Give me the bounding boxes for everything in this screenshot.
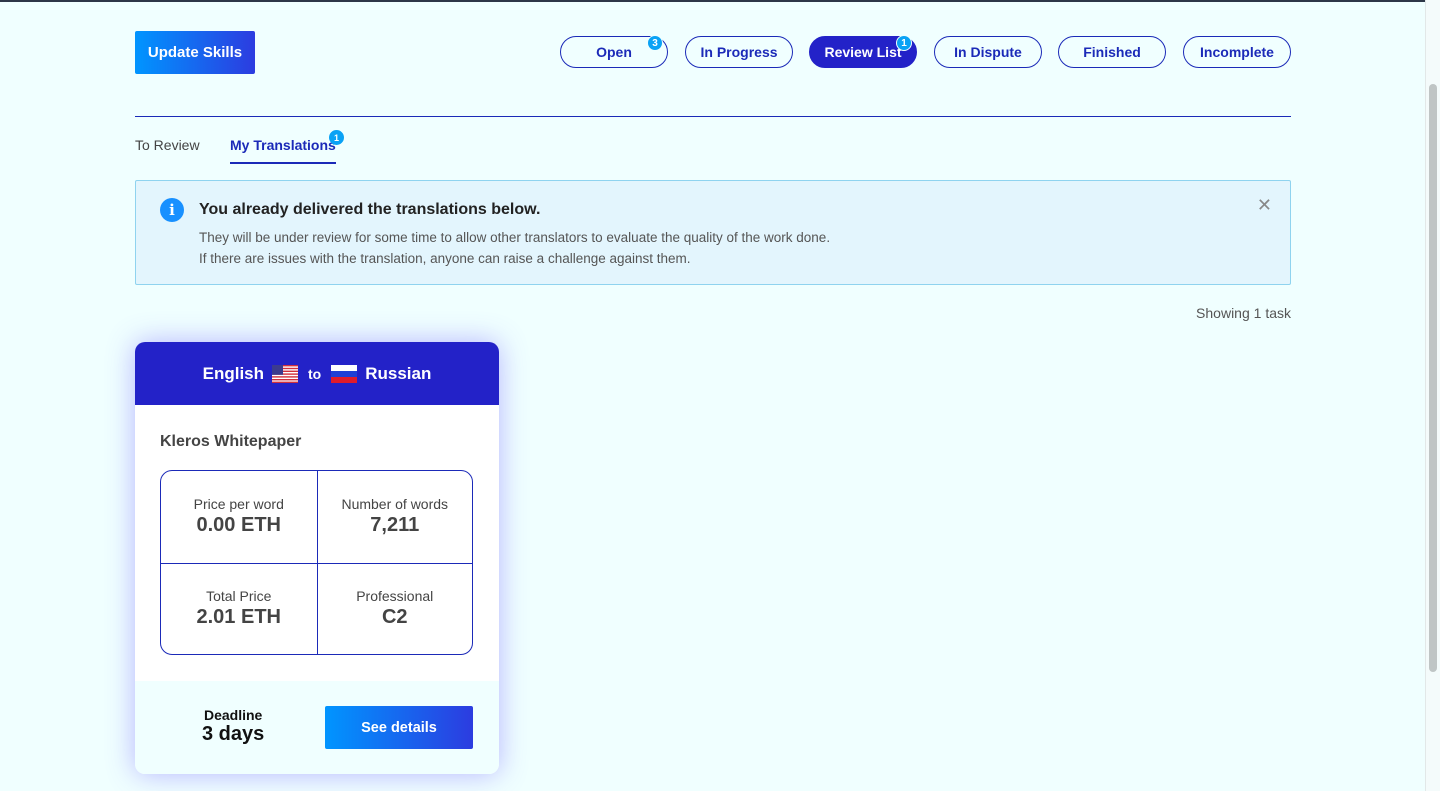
tab-incomplete[interactable]: Incomplete [1183, 36, 1291, 68]
number-of-words-value: 7,211 [370, 514, 420, 537]
deadline-label: Deadline [203, 707, 263, 723]
task-card: English to Russian Kleros Whitepaper Pri… [135, 342, 499, 774]
tab-review-list[interactable]: Review List 1 [809, 35, 917, 68]
us-flag-icon [272, 364, 299, 383]
top-border [0, 0, 1440, 2]
card-footer: Deadline 3 days See details [135, 681, 499, 774]
level-value: C2 [381, 606, 408, 629]
see-details-button[interactable]: See details [325, 706, 473, 749]
target-language: Russian [365, 363, 432, 383]
subtab-my-translations[interactable]: My Translations [230, 137, 336, 164]
card-header: English to Russian [135, 342, 499, 405]
task-details-grid: Price per word 0.00 ETH Number of words … [160, 470, 473, 655]
subtab-to-review[interactable]: To Review [135, 137, 200, 153]
tab-label: Incomplete [1200, 44, 1274, 60]
info-alert: i You already delivered the translations… [135, 180, 1291, 285]
close-icon[interactable]: ✕ [1257, 195, 1272, 216]
tab-label: In Progress [700, 44, 778, 60]
task-count: Showing 1 task [1196, 305, 1291, 321]
tab-badge: 1 [896, 35, 912, 51]
tab-open[interactable]: Open 3 [560, 35, 668, 68]
tab-label: Finished [1083, 44, 1141, 60]
tab-label: Open [596, 44, 632, 60]
tab-badge: 3 [647, 35, 663, 51]
scrollbar-thumb[interactable] [1429, 84, 1437, 672]
alert-title: You already delivered the translations b… [199, 201, 541, 218]
tab-label: In Dispute [954, 44, 1022, 60]
update-skills-button[interactable]: Update Skills [135, 31, 255, 74]
task-title: Kleros Whitepaper [160, 433, 302, 450]
price-per-word-label: Price per word [193, 496, 284, 513]
total-price-value: 2.01 ETH [196, 606, 281, 629]
level-cell: Professional C2 [316, 562, 472, 654]
tab-in-dispute[interactable]: In Dispute [934, 36, 1042, 68]
deadline: Deadline 3 days [202, 707, 264, 746]
to-word: to [308, 365, 322, 382]
number-of-words-cell: Number of words 7,211 [316, 471, 473, 563]
alert-message-line1: They will be under review for some time … [199, 230, 831, 245]
alert-message-line2: If there are issues with the translation… [199, 251, 691, 266]
tab-label: Review List [824, 44, 902, 60]
subtab-badge: 1 [329, 130, 344, 145]
divider [135, 116, 1291, 117]
tab-finished[interactable]: Finished [1058, 36, 1166, 68]
info-icon: i [160, 198, 184, 222]
source-language: English [202, 363, 265, 383]
price-per-word-value: 0.00 ETH [196, 514, 281, 537]
russia-flag-icon [331, 364, 358, 383]
number-of-words-label: Number of words [341, 496, 449, 513]
tab-in-progress[interactable]: In Progress [685, 36, 793, 68]
total-price-label: Total Price [206, 588, 272, 605]
price-per-word-cell: Price per word 0.00 ETH [161, 471, 317, 563]
level-label: Professional [356, 588, 434, 605]
deadline-value: 3 days [202, 723, 265, 745]
total-price-cell: Total Price 2.01 ETH [161, 562, 317, 655]
